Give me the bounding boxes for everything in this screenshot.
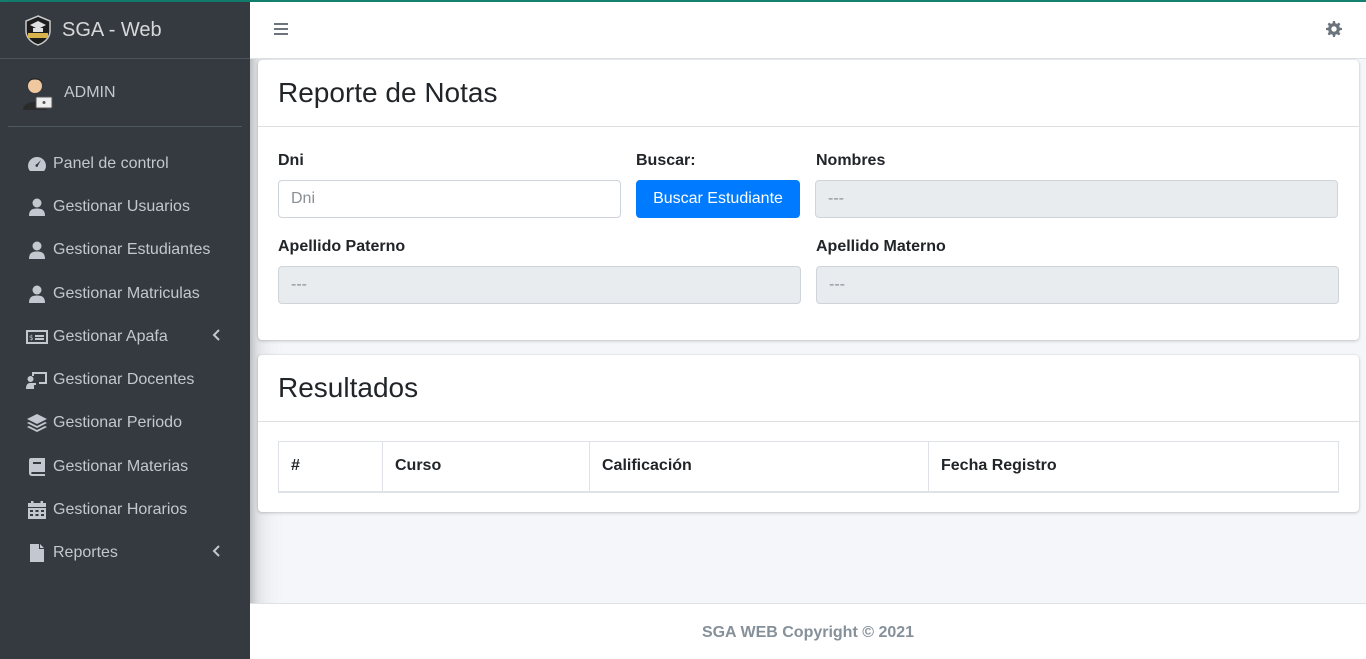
chevron-left-icon xyxy=(212,544,220,562)
footer: SGA WEB Copyright © 2021 xyxy=(250,603,1366,659)
sidebar-item-label: Gestionar Horarios xyxy=(53,501,188,519)
results-card-title: Resultados xyxy=(278,372,419,403)
layer-group-icon xyxy=(26,413,48,433)
hamburger-icon[interactable] xyxy=(274,22,288,41)
sidebar-item-label: Panel de control xyxy=(53,154,169,172)
nombres-label: Nombres xyxy=(816,152,886,169)
sidebar-item-gestionar-estudiantes[interactable]: Gestionar Estudiantes xyxy=(8,229,242,272)
user-icon xyxy=(26,197,48,217)
sidebar-item-label: Gestionar Estudiantes xyxy=(53,241,211,259)
sidebar-item-label: Gestionar Materias xyxy=(53,457,189,475)
sidebar-item-label: Gestionar Periodo xyxy=(53,414,182,432)
sidebar-item-label: Gestionar Matriculas xyxy=(53,284,200,302)
brand-link[interactable]: SGA - Web xyxy=(0,2,250,59)
sidebar: SGA - Web ADMIN Panel de control Gestion… xyxy=(0,2,250,659)
sidebar-item-reportes[interactable]: Reportes xyxy=(8,532,242,575)
apellido-paterno-field xyxy=(278,266,801,304)
sidebar-item-gestionar-usuarios[interactable]: Gestionar Usuarios xyxy=(8,185,242,228)
sidebar-item-gestionar-matriculas[interactable]: Gestionar Matriculas xyxy=(8,272,242,315)
report-card: Reporte de Notas Dni Buscar: Buscar Estu… xyxy=(258,60,1359,340)
column-header-number[interactable]: # xyxy=(278,441,383,493)
user-panel[interactable]: ADMIN xyxy=(8,59,242,127)
gear-icon[interactable] xyxy=(1326,21,1342,42)
sidebar-item-label: Gestionar Usuarios xyxy=(53,197,190,215)
sidebar-item-gestionar-materias[interactable]: Gestionar Materias xyxy=(8,445,242,488)
user-name: ADMIN xyxy=(64,83,116,101)
sidebar-item-gestionar-periodo[interactable]: Gestionar Periodo xyxy=(8,402,242,445)
brand-title: SGA - Web xyxy=(62,18,162,41)
column-header-curso[interactable]: Curso xyxy=(382,441,590,493)
apellido-materno-field xyxy=(816,266,1339,304)
sidebar-item-label: Reportes xyxy=(53,544,118,562)
college-logo-icon xyxy=(25,15,51,46)
file-icon xyxy=(26,543,48,563)
sidebar-nav: Panel de control Gestionar Usuarios Gest… xyxy=(0,142,250,575)
sidebar-item-label: Gestionar Docentes xyxy=(53,371,195,389)
admin-avatar-icon xyxy=(23,77,53,110)
chevron-left-icon xyxy=(212,328,220,346)
user-icon xyxy=(26,240,48,260)
topbar xyxy=(250,2,1366,59)
book-icon xyxy=(26,457,48,477)
sidebar-item-gestionar-docentes[interactable]: Gestionar Docentes xyxy=(8,358,242,401)
column-header-calificacion[interactable]: Calificación xyxy=(589,441,929,493)
calendar-icon xyxy=(26,500,48,520)
nombres-field xyxy=(815,180,1338,218)
sidebar-item-panel-de-control[interactable]: Panel de control xyxy=(8,142,242,185)
sidebar-item-label: Gestionar Apafa xyxy=(53,327,168,345)
sidebar-item-gestionar-horarios[interactable]: Gestionar Horarios xyxy=(8,488,242,531)
table-header-row: # Curso Calificación Fecha Registro xyxy=(278,441,1339,493)
dni-input[interactable] xyxy=(278,180,621,218)
apellido-paterno-label: Apellido Paterno xyxy=(278,238,406,255)
search-label: Buscar: xyxy=(636,152,696,169)
report-card-title: Reporte de Notas xyxy=(278,77,498,108)
footer-copyright: SGA WEB Copyright © 2021 xyxy=(701,623,915,641)
dni-label: Dni xyxy=(278,152,304,169)
money-bill-icon: $ xyxy=(26,327,48,347)
results-card-header: Resultados xyxy=(258,355,1359,422)
column-header-fecha-registro[interactable]: Fecha Registro xyxy=(928,441,1339,493)
search-student-button[interactable]: Buscar Estudiante xyxy=(636,180,800,218)
sidebar-item-gestionar-apafa[interactable]: $ Gestionar Apafa xyxy=(8,315,242,358)
user-icon xyxy=(26,284,48,304)
report-card-header: Reporte de Notas xyxy=(258,60,1359,127)
svg-text:$: $ xyxy=(29,334,33,342)
tachometer-icon xyxy=(26,154,48,174)
apellido-materno-label: Apellido Materno xyxy=(816,238,946,255)
chalkboard-teacher-icon xyxy=(26,370,48,390)
results-table: # Curso Calificación Fecha Registro xyxy=(278,441,1339,493)
results-card: Resultados # Curso Calificación Fecha Re… xyxy=(258,355,1359,512)
